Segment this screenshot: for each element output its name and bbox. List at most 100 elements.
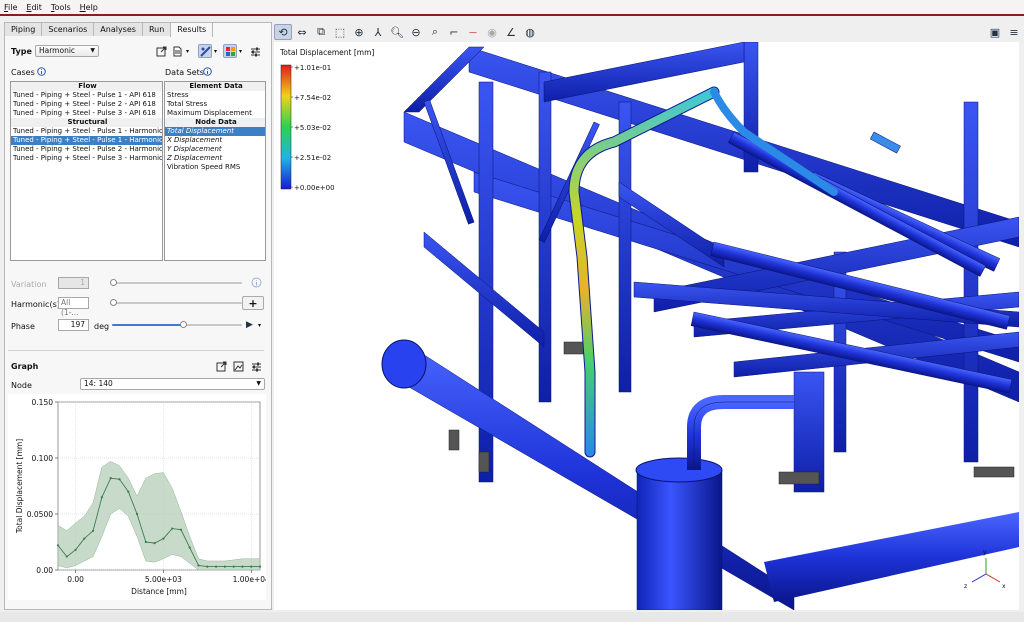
zoom-fit-button[interactable]: ⌕: [426, 24, 444, 40]
color-map-menu-chevron-icon[interactable]: ▾: [239, 48, 242, 55]
cases-info-icon[interactable]: [37, 67, 46, 78]
graph-settings-button[interactable]: [249, 359, 263, 373]
angle-button[interactable]: ∠: [502, 24, 520, 40]
contour-display-button[interactable]: [198, 44, 212, 58]
y-tick-label: 0.00: [36, 566, 53, 575]
list-item[interactable]: Tuned - Piping + Steel - Pulse 3 - Harmo…: [11, 154, 162, 163]
zoom-out-button[interactable]: ⊖: [407, 24, 425, 40]
list-item[interactable]: Y Displacement: [165, 145, 265, 154]
scale-icon: ⁓: [469, 27, 477, 37]
datasets-info-icon[interactable]: [203, 67, 212, 78]
list-item[interactable]: Stress: [165, 91, 265, 100]
menu-edit[interactable]: Edit: [26, 3, 42, 12]
data-point: [65, 555, 68, 558]
harmonics-input[interactable]: All (1-...: [58, 297, 89, 317]
node-select-value: 14: 140: [84, 379, 113, 388]
export-button[interactable]: [154, 44, 168, 58]
menu-help[interactable]: Help: [80, 3, 98, 12]
phase-unit: deg: [94, 322, 110, 331]
variation-slider-track[interactable]: [112, 282, 242, 284]
node-select[interactable]: 14: 140 ▼: [80, 378, 265, 390]
data-point: [232, 565, 235, 568]
list-item[interactable]: Z Displacement: [165, 154, 265, 163]
select-button[interactable]: ⬚: [331, 24, 349, 40]
data-point: [214, 565, 218, 568]
list-item[interactable]: Tuned - Piping + Steel - Pulse 1 - Harmo…: [11, 127, 162, 136]
data-point: [162, 537, 165, 540]
list-item[interactable]: Tuned - Piping + Steel - Pulse 2 - API 6…: [11, 100, 162, 109]
add-harmonic-button[interactable]: +: [242, 296, 264, 310]
data-point: [171, 527, 174, 530]
graph-export-button[interactable]: [214, 359, 228, 373]
phase-input[interactable]: 197: [58, 319, 89, 331]
cases-list[interactable]: Flow Tuned - Piping + Steel - Pulse 1 - …: [10, 81, 163, 261]
view-settings-button[interactable]: ≡: [1005, 24, 1023, 40]
node-data-header: Node Data: [165, 118, 265, 127]
harmonics-slider-handle[interactable]: [110, 299, 117, 306]
data-point: [197, 564, 200, 567]
camera-icon: ▣: [989, 25, 1001, 39]
chevron-down-icon: ▼: [256, 380, 261, 387]
graph-image-button[interactable]: [231, 359, 245, 373]
legend-tick: +5.03e-02: [294, 124, 331, 132]
list-item[interactable]: Total Stress: [165, 100, 265, 109]
rotate-view-button[interactable]: ⟲: [274, 24, 292, 40]
screenshot-button[interactable]: ▣: [986, 24, 1004, 40]
model-viewport[interactable]: Total Displacement [mm] +1.01e-01 +7.54e…: [274, 42, 1019, 610]
data-point: [74, 548, 77, 551]
variation-input[interactable]: 1: [58, 277, 89, 289]
sliders-icon: [250, 47, 260, 56]
contour-menu-chevron-icon[interactable]: ▾: [214, 48, 217, 55]
cases-label: Cases: [11, 68, 35, 77]
tab-run[interactable]: Run: [141, 22, 172, 36]
scale-button[interactable]: ⁓: [464, 24, 482, 40]
list-item[interactable]: Vibration Speed RMS: [165, 163, 265, 172]
data-point: [127, 490, 130, 493]
list-item[interactable]: Tuned - Piping + Steel - Pulse 2 - Harmo…: [11, 145, 162, 154]
panel-tabs: Piping Scenarios Analyses Run Results: [4, 22, 214, 37]
legend-tick: +2.51e-02: [294, 154, 331, 162]
x-tick-label: 1.00e+04: [233, 575, 266, 584]
list-item[interactable]: X Displacement: [165, 136, 265, 145]
type-select-value: Harmonic: [39, 46, 76, 55]
measure-button[interactable]: ⌐: [445, 24, 463, 40]
play-icon[interactable]: ▶: [246, 320, 253, 330]
document-menu-chevron-icon[interactable]: ▾: [186, 48, 189, 55]
tab-analyses[interactable]: Analyses: [93, 22, 143, 36]
plus-icon: +: [248, 296, 258, 310]
zoom-in-icon: 🔍︎: [390, 25, 404, 39]
phase-slider-handle[interactable]: [180, 321, 187, 328]
zoom-in-button[interactable]: 🔍︎: [388, 24, 406, 40]
type-select[interactable]: Harmonic ▼: [35, 45, 99, 57]
data-point: [92, 529, 95, 532]
list-item[interactable]: Maximum Displacement: [165, 109, 265, 118]
tab-scenarios[interactable]: Scenarios: [41, 22, 95, 36]
settings-button[interactable]: [248, 44, 262, 58]
y-tick-label: 0.0500: [27, 510, 53, 519]
data-point: [241, 565, 244, 568]
list-item[interactable]: Tuned - Piping + Steel - Pulse 1 - API 6…: [11, 91, 162, 100]
rotate-icon: ⟲: [278, 25, 288, 39]
color-map-button[interactable]: [223, 44, 237, 58]
visibility-button[interactable]: ◉: [483, 24, 501, 40]
pan-button[interactable]: ⇔: [293, 24, 311, 40]
list-item-selected[interactable]: Total Displacement: [165, 127, 265, 136]
datasets-list[interactable]: Element Data Stress Total Stress Maximum…: [164, 81, 266, 261]
center-button[interactable]: ⊕: [350, 24, 368, 40]
variation-info-icon[interactable]: [251, 277, 262, 290]
tab-results[interactable]: Results: [170, 22, 214, 37]
menu-file[interactable]: File: [4, 3, 17, 12]
list-item[interactable]: Tuned - Piping + Steel - Pulse 3 - API 6…: [11, 109, 162, 118]
list-item-selected[interactable]: Tuned - Piping + Steel - Pulse 1 - Harmo…: [11, 136, 162, 145]
axes-button[interactable]: ⅄: [369, 24, 387, 40]
globe-button[interactable]: ◍: [521, 24, 539, 40]
fit-view-button[interactable]: ⧉: [312, 24, 330, 40]
zoom-out-icon: ⊖: [411, 25, 421, 39]
play-menu-chevron-icon[interactable]: ▾: [258, 322, 261, 329]
tab-piping[interactable]: Piping: [4, 22, 43, 36]
eye-icon: ◉: [487, 25, 497, 39]
menu-tools[interactable]: Tools: [51, 3, 71, 12]
variation-slider-handle[interactable]: [110, 279, 117, 286]
document-button[interactable]: [170, 44, 184, 58]
harmonics-slider-track[interactable]: [112, 302, 242, 304]
